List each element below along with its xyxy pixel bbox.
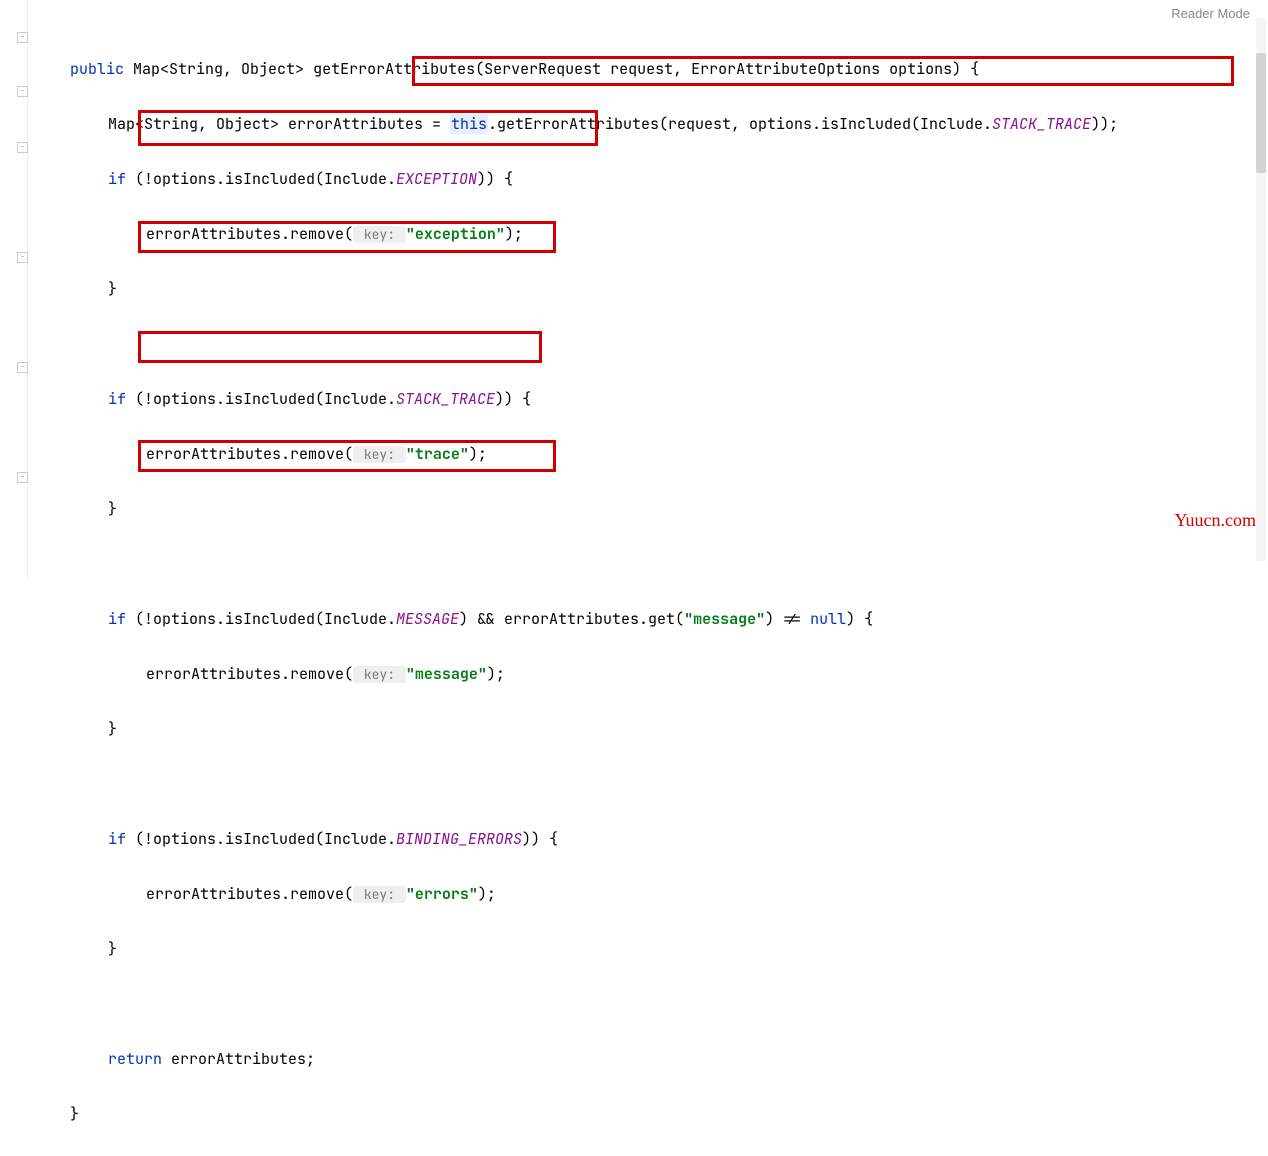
blank-line <box>30 331 1250 359</box>
fold-toggle-icon[interactable] <box>17 252 28 263</box>
fold-toggle-icon[interactable] <box>17 142 28 153</box>
param-hint: key: <box>353 226 406 243</box>
code-line: errorAttributes.remove( key: "message"); <box>30 661 1250 689</box>
keyword-public: public <box>70 59 124 79</box>
code-line: public Map<String, Object> getErrorAttri… <box>30 56 1250 84</box>
param-hint: key: <box>353 446 406 463</box>
blank-line <box>30 771 1250 799</box>
code-line: errorAttributes.remove( key: "errors"); <box>30 881 1250 909</box>
fold-toggle-icon[interactable] <box>17 472 28 483</box>
enum-const: STACK_TRACE <box>992 114 1091 134</box>
param-hint: key: <box>353 886 406 903</box>
keyword-this: this <box>450 114 488 134</box>
code-line: errorAttributes.remove( key: "trace"); <box>30 441 1250 469</box>
blank-line <box>30 551 1250 579</box>
code-line: if (!options.isIncluded(Include.BINDING_… <box>30 826 1250 854</box>
code-line: } <box>30 496 1250 524</box>
reader-mode-button[interactable]: Reader Mode <box>1171 6 1250 21</box>
code-line: } <box>30 936 1250 964</box>
param-hint: key: <box>353 666 406 683</box>
watermark-text: Yuucn.com <box>1175 510 1256 531</box>
code-line: Map<String, Object> errorAttributes = th… <box>30 111 1250 139</box>
code-line: } <box>30 1101 1250 1129</box>
code-line: } <box>30 716 1250 744</box>
code-line: return errorAttributes; <box>30 1046 1250 1074</box>
vertical-scrollbar[interactable] <box>1256 18 1266 561</box>
fold-toggle-icon[interactable] <box>17 86 28 97</box>
code-editor[interactable]: public Map<String, Object> getErrorAttri… <box>30 28 1250 1156</box>
blank-line <box>30 991 1250 1019</box>
editor-gutter <box>0 0 28 581</box>
code-line: if (!options.isIncluded(Include.EXCEPTIO… <box>30 166 1250 194</box>
fold-toggle-icon[interactable] <box>17 362 28 373</box>
fold-toggle-icon[interactable] <box>17 32 28 43</box>
code-line: } <box>30 276 1250 304</box>
code-line: errorAttributes.remove( key: "exception"… <box>30 221 1250 249</box>
code-line: if (!options.isIncluded(Include.MESSAGE)… <box>30 606 1250 634</box>
code-line: if (!options.isIncluded(Include.STACK_TR… <box>30 386 1250 414</box>
scrollbar-thumb[interactable] <box>1256 53 1266 173</box>
